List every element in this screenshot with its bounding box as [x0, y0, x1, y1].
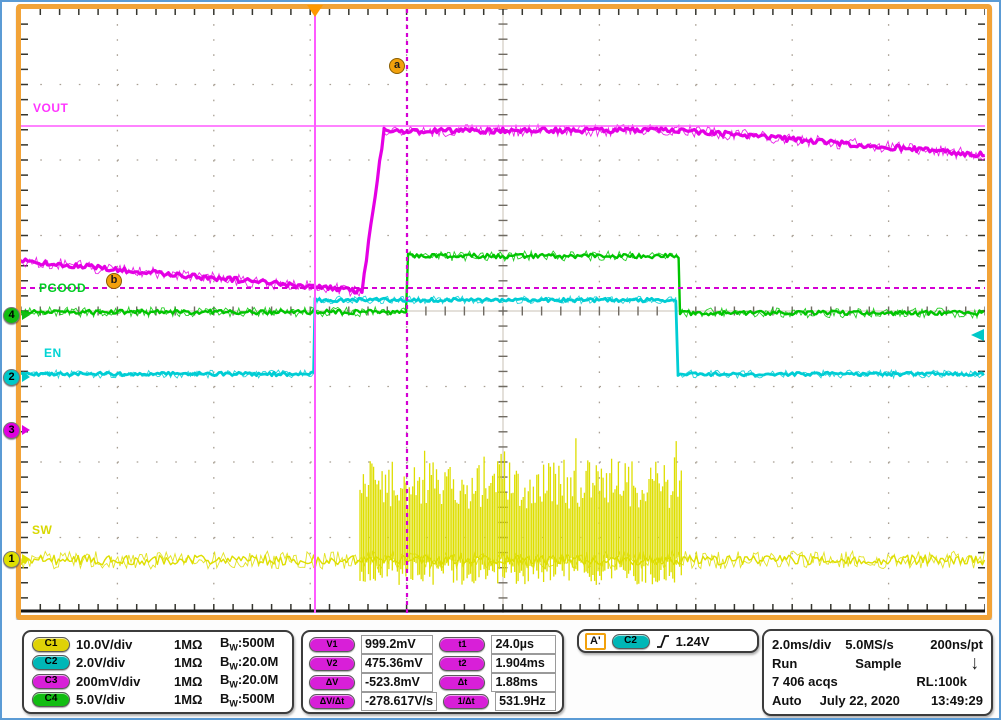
- dv-dt-pill[interactable]: ΔV/Δt: [309, 694, 355, 709]
- c3-bandwidth: BW:20.0M: [220, 672, 278, 690]
- cursor-row-4: ΔV/Δt -278.617V/s 1/Δt 531.9Hz: [309, 692, 556, 711]
- c1-impedance: 1MΩ: [174, 637, 214, 652]
- trigger-a-tag: A': [585, 633, 606, 650]
- delta-v-pill[interactable]: ΔV: [309, 675, 355, 690]
- cursor-row-2: V2 475.36mV t2 1.904ms: [309, 654, 556, 673]
- timebase-row: 2.0ms/div 5.0MS/s 200ns/pt: [772, 637, 983, 652]
- c2-bandwidth: BW:20.0M: [220, 654, 278, 672]
- c1-scale: 10.0V/div: [76, 637, 168, 652]
- cursor-row-1: V1 999.2mV t1 24.0µs: [309, 635, 556, 654]
- delta-t-value: 1.88ms: [491, 673, 556, 692]
- c1-channel-pill[interactable]: C1: [32, 637, 70, 652]
- channel-row-c1: C1 10.0V/div 1MΩ BW:500M: [32, 635, 286, 653]
- sample-rate: 5.0MS/s: [845, 637, 893, 652]
- trigger-box[interactable]: A' C2 1.24V: [577, 629, 759, 653]
- waveform-display: [21, 9, 985, 613]
- cursor-row-3: ΔV -523.8mV Δt 1.88ms: [309, 673, 556, 692]
- channel-row-c4: C4 5.0V/div 1MΩ BW:500M: [32, 691, 286, 709]
- delta-v-value: -523.8mV: [361, 673, 433, 692]
- c4-impedance: 1MΩ: [174, 692, 214, 707]
- resolution: 200ns/pt: [930, 637, 983, 652]
- v1-value: 999.2mV: [361, 635, 433, 654]
- c2-impedance: 1MΩ: [174, 655, 214, 670]
- t2-value: 1.904ms: [491, 654, 556, 673]
- acq-mode: Sample: [855, 656, 901, 671]
- inv-delta-t-value: 531.9Hz: [495, 692, 556, 711]
- date: July 22, 2020: [820, 693, 900, 708]
- acquisitions-count: 7 406 acqs: [772, 674, 838, 689]
- c4-scale: 5.0V/div: [76, 692, 168, 707]
- c3-scale: 200mV/div: [76, 674, 168, 689]
- en-trace-label: EN: [44, 346, 62, 360]
- horizontal-acquisition-box[interactable]: 2.0ms/div 5.0MS/s 200ns/pt Run Sample ↓ …: [762, 629, 993, 716]
- channel-row-c2: C2 2.0V/div 1MΩ BW:20.0M: [32, 654, 286, 672]
- c2-channel-pill[interactable]: C2: [32, 655, 70, 670]
- dv-dt-value: -278.617V/s: [361, 692, 437, 711]
- acqs-row: 7 406 acqs RL:100k: [772, 674, 983, 689]
- trigger-source-pill[interactable]: C2: [612, 634, 650, 649]
- v1-pill[interactable]: V1: [309, 637, 355, 652]
- c3-impedance: 1MΩ: [174, 674, 214, 689]
- channel-row-c3: C3 200mV/div 1MΩ BW:20.0M: [32, 672, 286, 690]
- vout-trace-label: VOUT: [33, 101, 68, 115]
- rising-edge-icon: [656, 634, 670, 649]
- delta-t-pill[interactable]: Δt: [439, 675, 485, 690]
- c4-channel-pill[interactable]: C4: [32, 692, 70, 707]
- c2-scale: 2.0V/div: [76, 655, 168, 670]
- t2-pill[interactable]: t2: [439, 656, 485, 671]
- record-length: RL:100k: [916, 674, 967, 689]
- inv-delta-t-pill[interactable]: 1/Δt: [443, 694, 489, 709]
- c4-bandwidth: BW:500M: [220, 691, 275, 709]
- down-arrow-icon: ↓: [971, 655, 980, 671]
- readout-bar: C1 10.0V/div 1MΩ BW:500M C2 2.0V/div 1MΩ…: [2, 620, 999, 718]
- run-row: Run Sample ↓: [772, 656, 983, 671]
- channel-settings-box[interactable]: C1 10.0V/div 1MΩ BW:500M C2 2.0V/div 1MΩ…: [22, 630, 294, 714]
- cursor-readout-box[interactable]: V1 999.2mV t1 24.0µs V2 475.36mV t2 1.90…: [301, 630, 564, 714]
- v2-pill[interactable]: V2: [309, 656, 355, 671]
- timebase: 2.0ms/div: [772, 637, 831, 652]
- time: 13:49:29: [931, 693, 983, 708]
- t1-pill[interactable]: t1: [439, 637, 485, 652]
- pgood-trace-label: PGOOD: [39, 281, 86, 295]
- trigger-level: 1.24V: [676, 634, 710, 649]
- datetime-row: Auto July 22, 2020 13:49:29: [772, 693, 983, 708]
- sw-trace-label: SW: [32, 523, 52, 537]
- c1-bandwidth: BW:500M: [220, 635, 275, 653]
- c3-channel-pill[interactable]: C3: [32, 674, 70, 689]
- oscilloscope-screen: ab VOUT PGOOD EN SW 4231 C1 10.0V/div 1M…: [0, 0, 1001, 720]
- run-state: Run: [772, 656, 797, 671]
- trigger-mode: Auto: [772, 693, 802, 708]
- t1-value: 24.0µs: [491, 635, 556, 654]
- v2-value: 475.36mV: [361, 654, 433, 673]
